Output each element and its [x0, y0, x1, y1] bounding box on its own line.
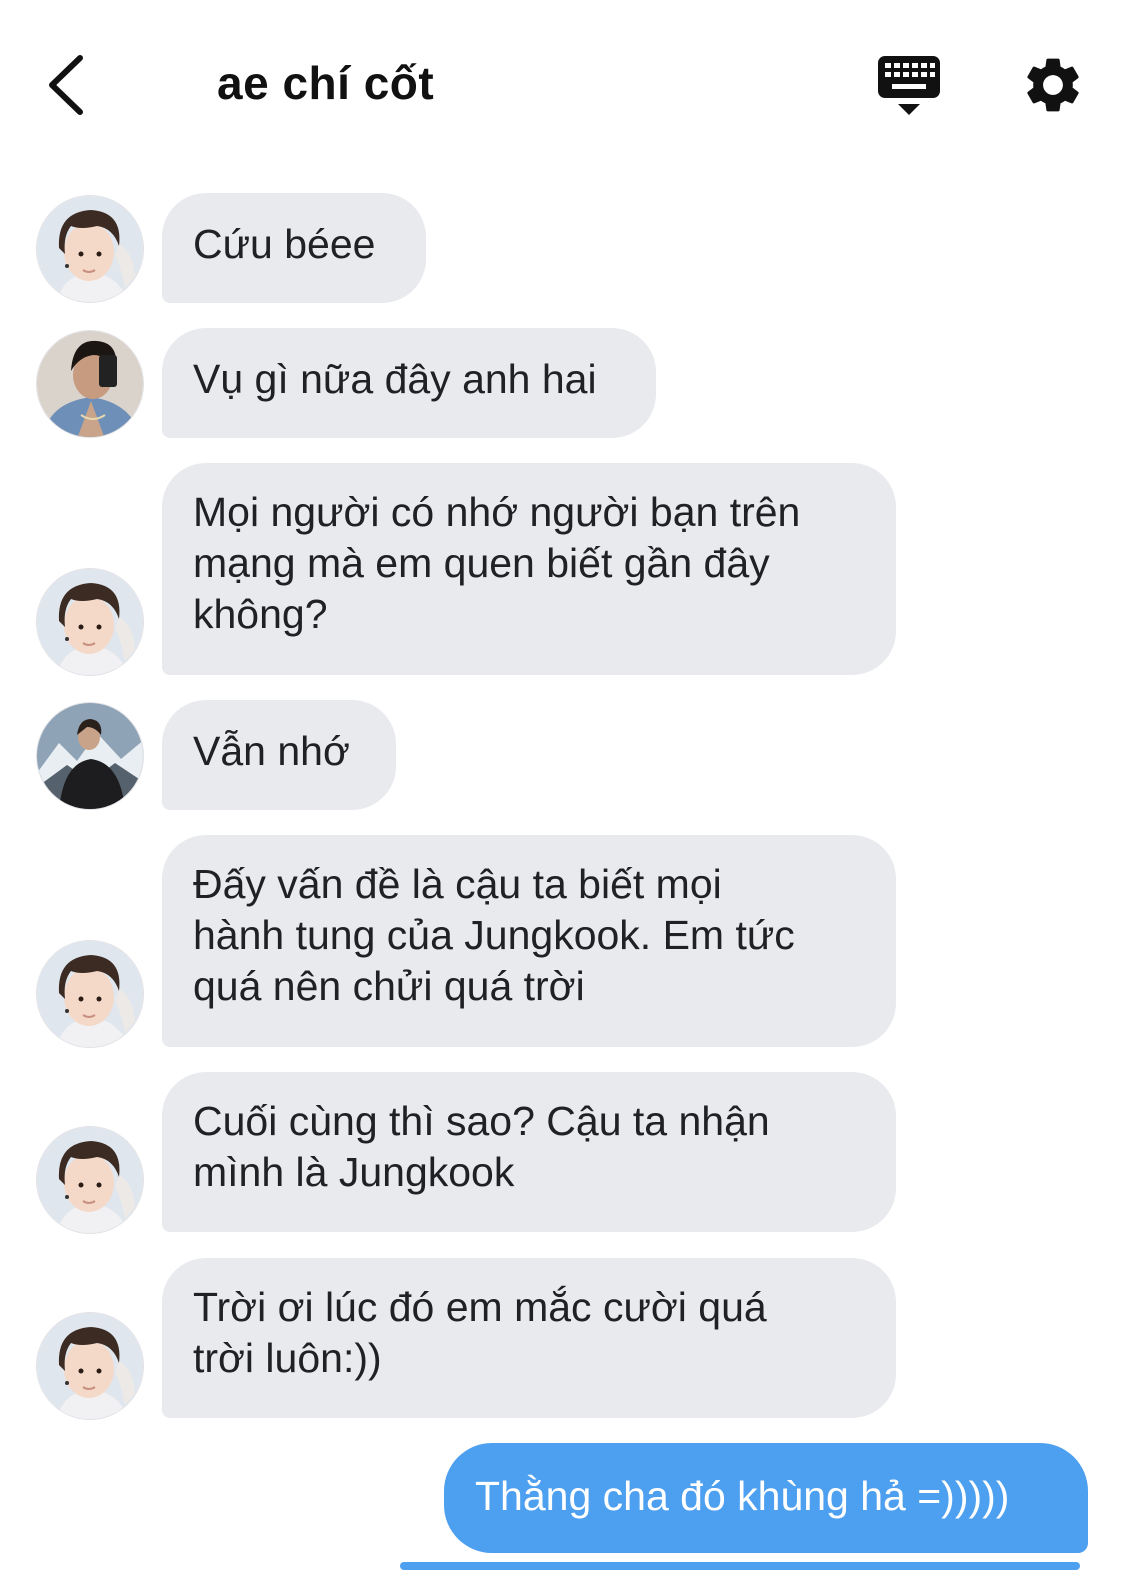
message-bubble[interactable]: Vụ gì nữa đây anh hai: [162, 328, 656, 438]
keyboard-button[interactable]: [876, 54, 942, 120]
avatar-jimin[interactable]: [36, 1126, 144, 1234]
message-text: Vụ gì nữa đây anh hai: [193, 356, 597, 402]
message-bubble[interactable]: Mọi người có nhớ người bạn trên mạng mà …: [162, 463, 896, 675]
avatar-jimin[interactable]: [36, 195, 144, 303]
message-line: Cuối cùng thì sao? Cậu ta nhận: [193, 1098, 770, 1144]
message-bubble[interactable]: Cứu béee: [162, 193, 426, 303]
message-line: quá nên chửi quá trời: [193, 963, 585, 1009]
message-bubble[interactable]: Vẫn nhớ: [162, 700, 396, 810]
own-message-text: Thằng cha đó khùng hả =))))): [475, 1473, 1010, 1519]
message-line: mạng mà em quen biết gần đây: [193, 540, 770, 586]
back-button[interactable]: [40, 50, 96, 120]
avatar-jimin[interactable]: [36, 568, 144, 676]
message-text: Cứu béee: [193, 221, 376, 267]
own-message-bubble[interactable]: Thằng cha đó khùng hả =))))): [444, 1443, 1088, 1553]
message-text: Vẫn nhớ: [193, 728, 350, 774]
avatar-jimin[interactable]: [36, 1312, 144, 1420]
avatar-taehyung[interactable]: [36, 330, 144, 438]
message-line: Đấy vấn đề là cậu ta biết mọi: [193, 861, 722, 907]
message-line: mình là Jungkook: [193, 1149, 515, 1195]
chat-title[interactable]: ae chí cốt: [217, 56, 434, 110]
message-bubble[interactable]: Cuối cùng thì sao? Cậu ta nhận mình là J…: [162, 1072, 896, 1232]
message-line: hành tung của Jungkook. Em tức: [193, 912, 795, 958]
avatar-jin[interactable]: [36, 702, 144, 810]
message-line: Trời ơi lúc đó em mắc cười quá: [193, 1284, 767, 1330]
chat-header: ae chí cốt: [0, 0, 1125, 170]
message-bubble[interactable]: Trời ơi lúc đó em mắc cười quá trời luôn…: [162, 1258, 896, 1418]
keyboard-icon: [878, 56, 940, 115]
chevron-left-icon: [49, 55, 83, 115]
message-line: Mọi người có nhớ người bạn trên: [193, 489, 801, 535]
next-own-message-edge: [400, 1562, 1080, 1570]
gear-icon: [1027, 58, 1079, 112]
message-bubble[interactable]: Đấy vấn đề là cậu ta biết mọi hành tung …: [162, 835, 896, 1047]
avatar-jimin[interactable]: [36, 940, 144, 1048]
message-line: không?: [193, 591, 328, 637]
settings-button[interactable]: [1020, 52, 1086, 118]
message-line: trời luôn:)): [193, 1335, 382, 1381]
